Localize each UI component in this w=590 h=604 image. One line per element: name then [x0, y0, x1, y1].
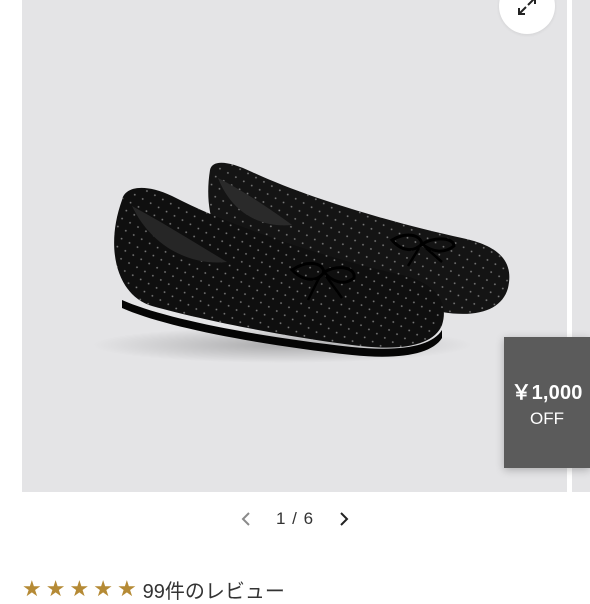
discount-label: OFF — [530, 409, 564, 428]
chevron-right-icon — [340, 512, 349, 526]
image-pager: 1 / 6 — [0, 505, 590, 533]
star-icon: ★ — [45, 576, 66, 601]
chevron-left-icon — [241, 512, 250, 526]
product-rating[interactable]: ★ ★ ★ ★ ★ 99件のレビュー — [22, 578, 285, 603]
discount-amount: ￥1,000 — [511, 382, 583, 404]
prev-image-button[interactable] — [232, 505, 260, 533]
star-icon: ★ — [116, 576, 137, 601]
image-counter: 1 / 6 — [275, 509, 315, 528]
star-icon: ★ — [93, 576, 113, 601]
product-image — [92, 162, 510, 363]
star-icon: ★ — [69, 576, 90, 601]
review-count-link[interactable]: 99件のレビュー — [143, 575, 285, 604]
expand-arrows-icon — [518, 0, 536, 15]
discount-badge: ￥1,000 OFF — [504, 337, 590, 468]
next-image-button[interactable] — [330, 505, 358, 533]
star-icon: ★ — [22, 576, 42, 601]
product-image-gallery[interactable] — [22, 0, 567, 492]
star-rating: ★ ★ ★ ★ ★ — [22, 578, 137, 600]
